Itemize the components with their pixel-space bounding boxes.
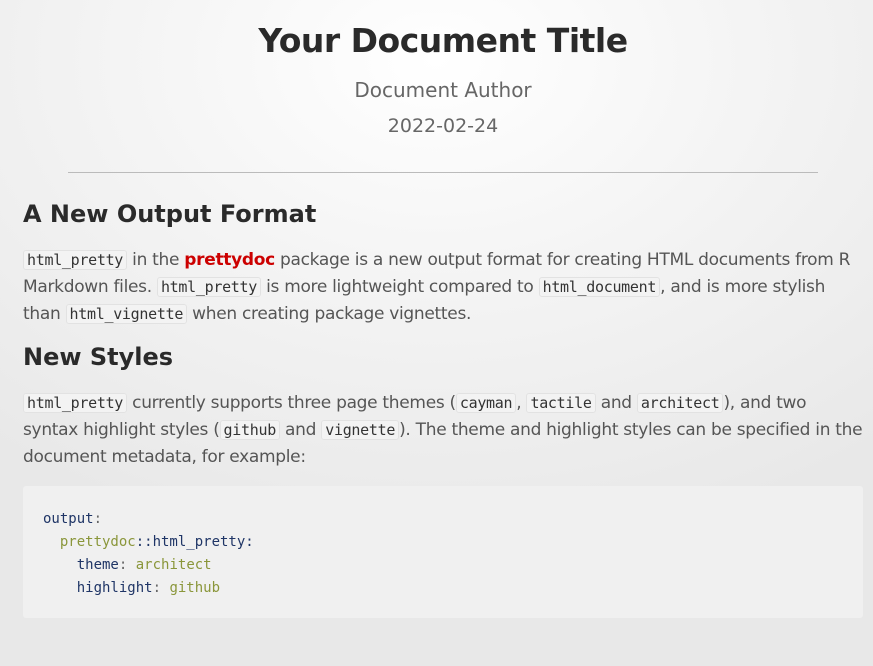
- yaml-colon: :: [152, 580, 162, 596]
- inline-code: github: [219, 420, 280, 440]
- text: and: [279, 420, 322, 440]
- document-header: Your Document Title Document Author 2022…: [23, 20, 863, 139]
- text: is more lightweight compared to: [261, 277, 539, 297]
- document-date: 2022-02-24: [387, 115, 499, 137]
- inline-code: html_document: [538, 277, 661, 297]
- section-paragraph: html_pretty currently supports three pag…: [23, 390, 863, 471]
- yaml-key: output: [43, 511, 94, 527]
- text: ,: [516, 393, 527, 413]
- text: in the: [127, 250, 185, 270]
- yaml-key: theme: [76, 557, 119, 573]
- text: when creating package vignettes.: [187, 304, 472, 324]
- yaml-key: ::html_pretty:: [135, 534, 254, 550]
- yaml-key: highlight: [76, 580, 153, 596]
- section-heading: A New Output Format: [23, 200, 317, 228]
- divider: [68, 172, 818, 173]
- section-heading: New Styles: [23, 343, 174, 371]
- section-paragraph: html_pretty in the prettydoc package is …: [23, 247, 863, 328]
- inline-code: html_pretty: [23, 393, 128, 413]
- yaml-namespace: prettydoc: [59, 534, 136, 550]
- yaml-colon: :: [93, 511, 103, 527]
- inline-code: tactile: [526, 393, 596, 413]
- document: Your Document Title Document Author 2022…: [23, 0, 863, 618]
- text: currently supports three page themes (: [127, 393, 456, 413]
- inline-code: architect: [636, 393, 724, 413]
- yaml-value: github: [169, 580, 221, 596]
- document-title: Your Document Title: [258, 21, 628, 60]
- yaml-value: architect: [135, 557, 212, 573]
- inline-code: html_pretty: [156, 277, 261, 297]
- inline-code: html_pretty: [23, 250, 128, 270]
- inline-code: cayman: [455, 393, 517, 413]
- code-block: output: prettydoc::html_pretty: theme: a…: [23, 486, 863, 618]
- yaml-colon: :: [118, 557, 128, 573]
- document-author: Document Author: [354, 78, 532, 102]
- inline-code: html_vignette: [65, 304, 188, 324]
- prettydoc-link[interactable]: prettydoc: [184, 250, 275, 270]
- text: and: [595, 393, 637, 413]
- inline-code: vignette: [321, 420, 400, 440]
